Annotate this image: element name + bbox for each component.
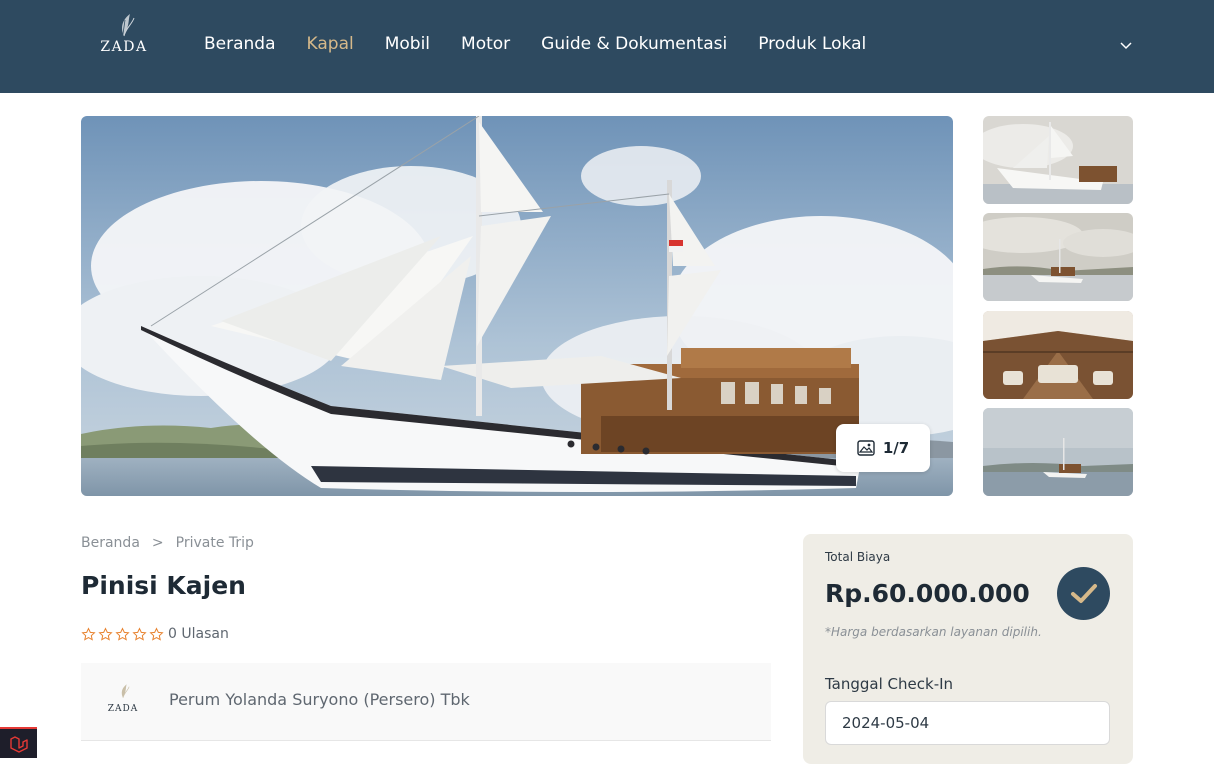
gallery-thumbnail-2[interactable] — [983, 213, 1133, 301]
laravel-icon — [9, 735, 28, 753]
brand-logo[interactable]: ZADA — [96, 12, 152, 66]
thumbnail-image — [983, 213, 1133, 301]
brand-name: ZADA — [100, 39, 148, 55]
vendor-logo: ZADA — [105, 683, 141, 717]
nav-item-motor[interactable]: Motor — [461, 34, 510, 54]
page-title: Pinisi Kajen — [81, 571, 246, 600]
gallery-counter-text: 1/7 — [882, 439, 910, 457]
check-icon — [1070, 583, 1097, 603]
star-outline-icon — [81, 626, 96, 641]
nav-item-beranda[interactable]: Beranda — [204, 34, 276, 54]
hero-image[interactable] — [81, 116, 953, 496]
checkin-label: Tanggal Check-In — [825, 675, 954, 693]
vendor-name: Perum Yolanda Suryono (Persero) Tbk — [169, 690, 470, 709]
image-icon — [857, 440, 875, 456]
nav-item-produk-lokal[interactable]: Produk Lokal — [758, 34, 866, 54]
feather-icon — [122, 14, 135, 37]
star-outline-icon — [115, 626, 130, 641]
star-outline-icon — [132, 626, 147, 641]
breadcrumb: Beranda > Private Trip — [81, 535, 254, 551]
star-outline-icon — [149, 626, 164, 641]
site-header: ZADA Beranda Kapal Mobil Motor Guide & D… — [0, 0, 1214, 93]
nav-item-kapal[interactable]: Kapal — [307, 34, 354, 54]
main-nav: Beranda Kapal Mobil Motor Guide & Dokume… — [204, 34, 897, 54]
feather-icon — [121, 684, 130, 698]
checkin-date-input[interactable] — [825, 701, 1110, 745]
chevron-down-icon[interactable] — [1119, 40, 1133, 52]
price-box: Total Biaya Rp.60.000.000 *Harga berdasa… — [803, 534, 1133, 764]
thumbnail-image — [983, 116, 1133, 204]
price-value: Rp.60.000.000 — [825, 579, 1030, 608]
price-label: Total Biaya — [825, 550, 891, 564]
check-badge — [1057, 567, 1110, 620]
gallery-thumbnail-3[interactable] — [983, 311, 1133, 399]
vendor-card[interactable]: ZADA Perum Yolanda Suryono (Persero) Tbk — [81, 663, 771, 741]
reviews-count[interactable]: 0 Ulasan — [168, 626, 229, 642]
nav-item-guide[interactable]: Guide & Dokumentasi — [541, 34, 727, 54]
nav-item-mobil[interactable]: Mobil — [385, 34, 430, 54]
gallery-counter[interactable]: 1/7 — [836, 424, 930, 472]
price-note: *Harga berdasarkan layanan dipilih. — [825, 625, 1042, 639]
breadcrumb-separator: > — [151, 535, 164, 551]
vendor-logo-text: ZADA — [107, 704, 139, 714]
breadcrumb-item-private-trip[interactable]: Private Trip — [176, 535, 254, 551]
debugbar-toggle[interactable] — [0, 727, 37, 758]
ship-photo — [81, 116, 953, 496]
breadcrumb-item-beranda[interactable]: Beranda — [81, 535, 140, 551]
gallery-thumbnail-4[interactable] — [983, 408, 1133, 496]
thumbnail-image — [983, 408, 1133, 496]
gallery-thumbnail-1[interactable] — [983, 116, 1133, 204]
thumbnail-image — [983, 311, 1133, 399]
star-outline-icon — [98, 626, 113, 641]
rating: 0 Ulasan — [81, 626, 229, 642]
